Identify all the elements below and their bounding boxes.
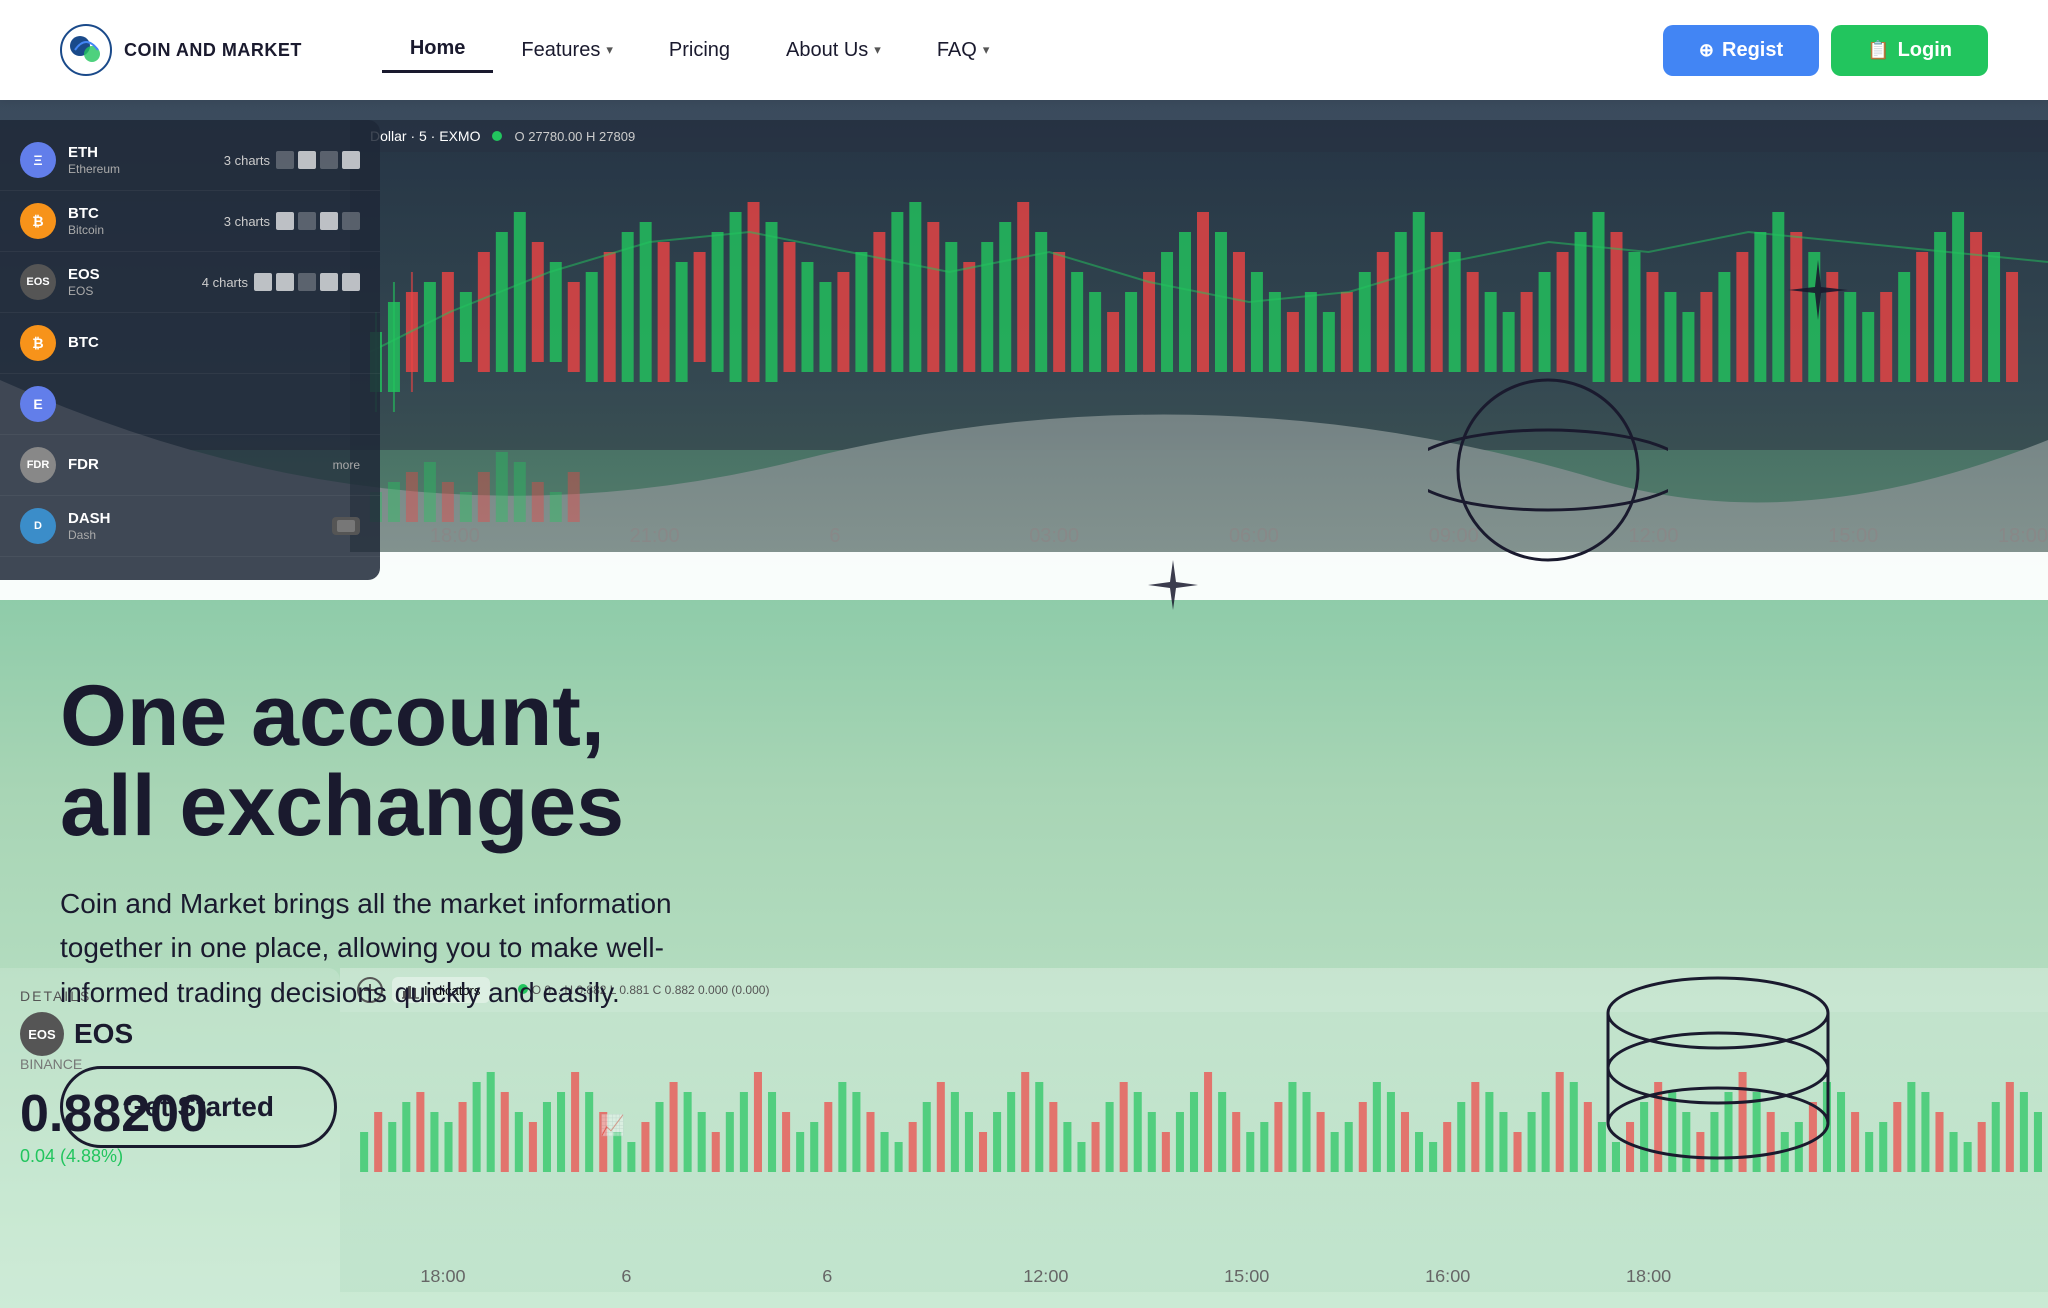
login-button[interactable]: 📋 Login <box>1831 25 1988 76</box>
nav-home[interactable]: Home <box>382 27 494 73</box>
nav-about[interactable]: About Us ▾ <box>758 29 909 72</box>
eos-name: EOS <box>68 284 100 298</box>
nav-buttons: ⊕ Regist 📋 Login <box>1663 25 1988 76</box>
fdr-icon: FDR <box>20 447 56 483</box>
fdr-row: FDR FDR more <box>0 435 380 496</box>
svg-text:03:00: 03:00 <box>1029 525 1079 547</box>
get-started-button[interactable]: Get Started <box>60 1066 337 1148</box>
eos-detail-icon: EOS <box>20 1012 64 1056</box>
e-icon: E <box>20 386 56 422</box>
svg-text:6: 6 <box>822 1266 832 1286</box>
svg-text:06:00: 06:00 <box>1229 525 1279 547</box>
svg-text:18:00: 18:00 <box>1626 1266 1671 1286</box>
chart-ohlc: O 27780.00 H 27809 <box>514 129 635 144</box>
svg-text:12:00: 12:00 <box>1023 1266 1068 1286</box>
register-button[interactable]: ⊕ Regist <box>1663 25 1819 76</box>
svg-text:09:00: 09:00 <box>1429 525 1479 547</box>
eth-symbol: ETH <box>68 144 120 162</box>
btc-icon: ₿ <box>20 203 56 239</box>
dash-symbol: DASH <box>68 510 111 528</box>
chart-canvas: 18:00 21:00 6 03:00 06:00 09:00 12:00 15… <box>350 152 2048 552</box>
btc-row: ₿ BTC Bitcoin 3 charts <box>0 191 380 252</box>
hero-description: Coin and Market brings all the market in… <box>60 882 740 1016</box>
chart-status-dot <box>492 131 502 141</box>
svg-text:12:00: 12:00 <box>1628 525 1678 547</box>
e-row: E <box>0 374 380 435</box>
hero-content: One account, all exchanges Coin and Mark… <box>60 671 740 1148</box>
svg-text:18:00: 18:00 <box>1998 525 2048 547</box>
svg-text:6: 6 <box>829 525 840 547</box>
svg-text:18:00: 18:00 <box>430 525 480 547</box>
navbar: COIN AND MARKET Home Features ▾ Pricing … <box>0 0 2048 100</box>
logo-text: COIN AND MARKET <box>124 40 302 61</box>
faq-chevron-icon: ▾ <box>983 42 990 58</box>
details-change: 0.04 (4.88%) <box>20 1146 320 1167</box>
btc2-icon: ₿ <box>20 325 56 361</box>
chart-pair: Dollar · 5 · EXMO <box>370 128 480 144</box>
dash-name: Dash <box>68 528 111 542</box>
svg-text:18:00: 18:00 <box>420 1266 465 1286</box>
eth-row: Ξ ETH Ethereum 3 charts <box>0 130 380 191</box>
eos-row: EOS EOS EOS 4 charts <box>0 252 380 313</box>
btc-symbol: BTC <box>68 205 104 223</box>
chart-header-bar: Dollar · 5 · EXMO O 27780.00 H 27809 <box>350 120 2048 152</box>
nav-features[interactable]: Features ▾ <box>493 29 640 72</box>
chart-main: Dollar · 5 · EXMO O 27780.00 H 27809 18:… <box>350 120 2048 580</box>
svg-text:6: 6 <box>621 1266 631 1286</box>
btc-layouts: 3 charts <box>224 212 360 230</box>
about-chevron-icon: ▾ <box>874 42 881 58</box>
eth-name: Ethereum <box>68 162 120 176</box>
svg-text:16:00: 16:00 <box>1425 1266 1470 1286</box>
hero-title: One account, all exchanges <box>60 671 740 852</box>
dash-icon: D <box>20 508 56 544</box>
chart-panel-left: Ξ ETH Ethereum 3 charts ₿ BTC Bitcoin <box>0 120 380 580</box>
login-icon: 📋 <box>1867 40 1889 61</box>
features-chevron-icon: ▾ <box>606 42 613 58</box>
logo[interactable]: COIN AND MARKET <box>60 24 302 76</box>
register-icon: ⊕ <box>1699 40 1714 61</box>
nav-links: Home Features ▾ Pricing About Us ▾ FAQ ▾ <box>382 27 1663 73</box>
eos-layouts: 4 charts <box>202 273 360 291</box>
logo-icon <box>60 24 112 76</box>
svg-text:15:00: 15:00 <box>1224 1266 1269 1286</box>
fdr-symbol: FDR <box>68 456 99 474</box>
hero-section: Ξ ETH Ethereum 3 charts ₿ BTC Bitcoin <box>0 100 2048 1308</box>
nav-faq[interactable]: FAQ ▾ <box>909 29 1018 72</box>
svg-text:21:00: 21:00 <box>630 525 680 547</box>
nav-pricing[interactable]: Pricing <box>641 29 758 72</box>
eos-icon: EOS <box>20 264 56 300</box>
dash-row: D DASH Dash <box>0 496 380 557</box>
eos-symbol: EOS <box>68 266 100 284</box>
svg-text:15:00: 15:00 <box>1828 525 1878 547</box>
btc-row2: ₿ BTC <box>0 313 380 374</box>
eth-layouts: 3 charts <box>224 151 360 169</box>
candlestick-svg: 18:00 21:00 6 03:00 06:00 09:00 12:00 15… <box>350 152 2048 552</box>
eth-icon: Ξ <box>20 142 56 178</box>
btc2-symbol: BTC <box>68 334 99 352</box>
btc-name: Bitcoin <box>68 223 104 237</box>
